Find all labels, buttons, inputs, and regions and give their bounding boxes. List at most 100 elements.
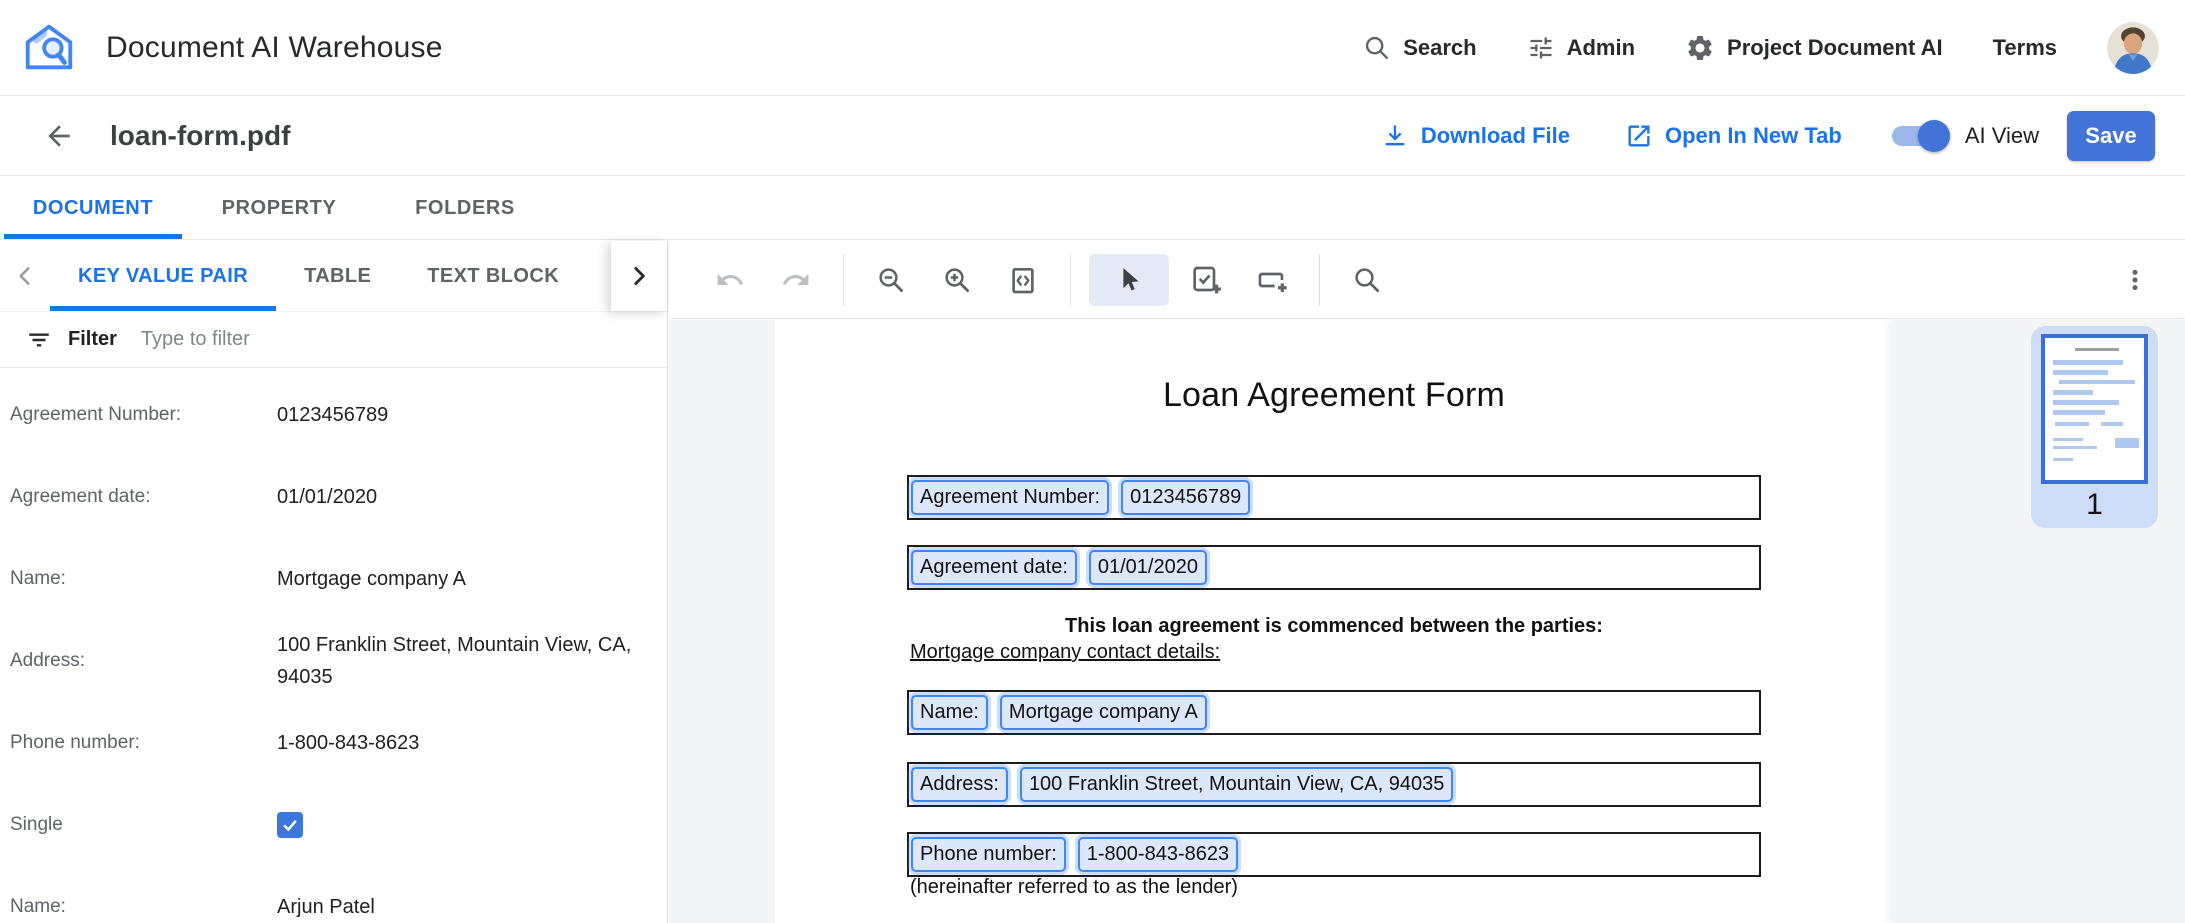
kv-label: Single [10, 814, 277, 836]
subtabs-prev-button[interactable] [0, 241, 50, 311]
chevron-left-icon [12, 263, 38, 289]
toolbar-divider [843, 254, 844, 306]
kv-label: Agreement date: [10, 486, 277, 508]
kv-row[interactable]: Agreement Number: 0123456789 [0, 374, 667, 456]
check-icon [280, 815, 300, 835]
pdf-intro-underlined: Mortgage company contact details: [910, 641, 1220, 664]
app-header: Document AI Warehouse Search Admin Pro [0, 0, 2185, 96]
kv-row[interactable]: Address: 100 Franklin Street, Mountain V… [0, 620, 667, 702]
kv-row[interactable]: Name: Arjun Patel [0, 866, 667, 923]
subtab-key-value-pair[interactable]: KEY VALUE PAIR [50, 241, 276, 311]
entity-key-highlight[interactable]: Address: [911, 767, 1008, 802]
zoom-out-icon [876, 265, 906, 295]
entity-value-highlight[interactable]: Mortgage company A [1000, 695, 1207, 730]
nav-search-label: Search [1403, 35, 1476, 61]
zoom-in-icon [942, 265, 972, 295]
filter-label: Filter [68, 328, 117, 351]
app-logo-icon [18, 19, 80, 77]
pdf-footer-note: (hereinafter referred to as the lender) [910, 876, 1238, 899]
tab-folders[interactable]: FOLDERS [372, 177, 558, 239]
nav-project[interactable]: Project Document AI [1685, 33, 1943, 63]
nav-admin[interactable]: Admin [1527, 34, 1635, 62]
kv-value: 100 Franklin Street, Mountain View, CA, … [277, 629, 652, 693]
form-field-row: Address: 100 Franklin Street, Mountain V… [907, 762, 1761, 807]
page-thumbnail[interactable]: 1 [2031, 326, 2158, 528]
kv-value: 01/01/2020 [277, 481, 377, 513]
form-field-row: Phone number: 1-800-843-8623 [907, 832, 1761, 877]
kv-label: Phone number: [10, 732, 277, 754]
tab-property[interactable]: PROPERTY [186, 177, 372, 239]
undo-icon [715, 265, 745, 295]
header-nav: Search Admin Project Document AI Terms [1363, 22, 2185, 74]
kv-label: Address: [10, 650, 277, 672]
add-text-field-tool-button[interactable] [1243, 254, 1301, 306]
pdf-page-title: Loan Agreement Form [775, 376, 1893, 415]
user-avatar[interactable] [2107, 22, 2159, 74]
open-in-new-tab-label: Open In New Tab [1665, 123, 1842, 149]
entity-value-highlight[interactable]: 1-800-843-8623 [1078, 837, 1238, 872]
subtab-table[interactable]: TABLE [276, 241, 399, 311]
pdf-page: Loan Agreement Form This loan agreement … [775, 320, 1893, 923]
kv-row[interactable]: Single [0, 784, 667, 866]
zoom-out-button[interactable] [862, 254, 920, 306]
search-icon [1363, 34, 1391, 62]
save-button[interactable]: Save [2067, 111, 2155, 161]
download-file-button[interactable]: Download File [1381, 122, 1570, 150]
app-title: Document AI Warehouse [106, 31, 443, 65]
kv-label: Name: [10, 896, 277, 918]
redo-button[interactable] [767, 254, 825, 306]
document-filename: loan-form.pdf [110, 120, 290, 152]
select-tool-button[interactable] [1089, 254, 1169, 306]
subtabs-next-button[interactable] [611, 241, 667, 311]
subtab-text-block[interactable]: TEXT BLOCK [399, 241, 587, 311]
ai-view-label: AI View [1965, 123, 2039, 149]
viewer-more-button[interactable] [2113, 254, 2157, 306]
add-checkbox-icon [1190, 264, 1222, 296]
filter-input[interactable] [141, 328, 521, 351]
entity-value-highlight[interactable]: 0123456789 [1121, 480, 1250, 515]
document-ai-warehouse-app: Document AI Warehouse Search Admin Pro [0, 0, 2185, 923]
open-in-new-icon [1625, 122, 1653, 150]
download-icon [1381, 122, 1409, 150]
nav-search[interactable]: Search [1363, 34, 1476, 62]
pdf-intro-bold: This loan agreement is commenced between… [775, 615, 1893, 638]
nav-terms[interactable]: Terms [1993, 35, 2057, 61]
entity-key-highlight[interactable]: Agreement date: [911, 550, 1077, 585]
page-number: 1 [2031, 488, 2158, 522]
filter-icon [26, 327, 52, 353]
open-in-new-tab-button[interactable]: Open In New Tab [1625, 122, 1842, 150]
kv-row[interactable]: Phone number: 1-800-843-8623 [0, 702, 667, 784]
add-text-field-icon [1256, 264, 1288, 296]
kv-row[interactable]: Agreement date: 01/01/2020 [0, 456, 667, 538]
pdf-viewer: Loan Agreement Form This loan agreement … [669, 241, 2185, 923]
kv-checkbox[interactable] [277, 812, 303, 838]
ai-view-toggle[interactable] [1892, 120, 1950, 152]
kv-value: Arjun Patel [277, 891, 375, 923]
toolbar-divider [1070, 254, 1071, 306]
form-field-row: Agreement Number: 0123456789 [907, 475, 1761, 520]
find-icon [1352, 265, 1382, 295]
zoom-in-button[interactable] [928, 254, 986, 306]
fit-page-button[interactable] [994, 254, 1052, 306]
add-checkbox-tool-button[interactable] [1177, 254, 1235, 306]
document-canvas[interactable]: Loan Agreement Form This loan agreement … [669, 320, 1893, 923]
redo-icon [781, 265, 811, 295]
entity-value-highlight[interactable]: 01/01/2020 [1089, 550, 1207, 585]
entity-key-highlight[interactable]: Name: [911, 695, 988, 730]
toggle-knob [1918, 120, 1950, 152]
entity-key-highlight[interactable]: Agreement Number: [911, 480, 1109, 515]
more-vert-icon [2122, 267, 2148, 293]
kv-value: Mortgage company A [277, 563, 466, 595]
arrow-back-icon [43, 120, 75, 152]
nav-project-label: Project Document AI [1727, 35, 1943, 61]
kv-value: 0123456789 [277, 399, 388, 431]
fit-page-icon [1007, 264, 1039, 296]
key-value-list: Agreement Number: 0123456789 Agreement d… [0, 368, 667, 923]
undo-button[interactable] [701, 254, 759, 306]
entity-key-highlight[interactable]: Phone number: [911, 837, 1066, 872]
find-in-document-button[interactable] [1338, 254, 1396, 306]
tab-document[interactable]: DOCUMENT [0, 177, 186, 239]
kv-row[interactable]: Name: Mortgage company A [0, 538, 667, 620]
entity-value-highlight[interactable]: 100 Franklin Street, Mountain View, CA, … [1020, 767, 1453, 802]
back-button[interactable] [38, 115, 80, 157]
